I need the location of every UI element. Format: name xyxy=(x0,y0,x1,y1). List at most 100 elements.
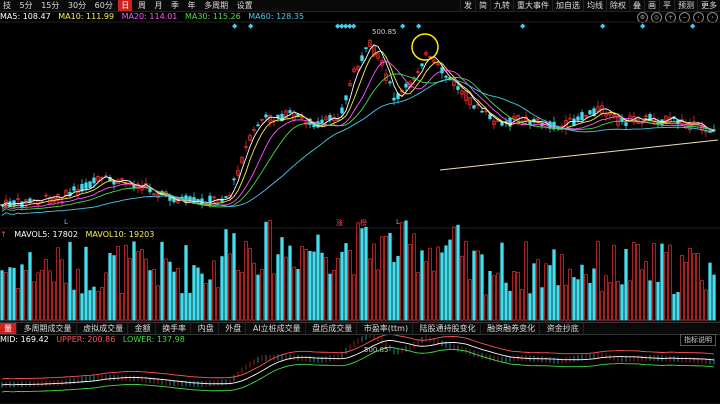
candle-body xyxy=(84,182,88,189)
candle-body xyxy=(580,112,584,121)
volume-bar xyxy=(124,244,128,321)
candle-body xyxy=(572,118,576,126)
volume-bar xyxy=(112,255,116,321)
volume-bar xyxy=(136,251,140,321)
event-marker: ◆ xyxy=(400,22,406,30)
volume-bar xyxy=(484,294,488,321)
volume-bar xyxy=(52,281,56,321)
volume-bar xyxy=(344,243,348,321)
volume-bar xyxy=(556,285,560,321)
volume-bar xyxy=(472,250,476,321)
candle-body xyxy=(528,121,532,125)
volume-bar xyxy=(200,273,204,321)
volume-bar xyxy=(152,268,156,321)
volume-bar xyxy=(232,233,236,321)
tab-item[interactable]: 市盈率(ttm) xyxy=(360,323,414,334)
volume-bar xyxy=(172,271,176,321)
volume-bar xyxy=(444,245,448,321)
volume-bar xyxy=(588,282,592,321)
volume-bar xyxy=(248,248,252,321)
volume-bar xyxy=(540,287,544,321)
tab-item[interactable]: 内盘 xyxy=(194,323,219,334)
volume-bar xyxy=(676,292,680,321)
volume-bar xyxy=(100,287,104,321)
volume-bar xyxy=(656,281,660,321)
volume-bar xyxy=(244,240,248,321)
volume-bar xyxy=(44,259,48,321)
volume-bar xyxy=(64,282,68,321)
tab-item[interactable]: 资金抄底 xyxy=(543,323,584,334)
tab-item[interactable]: 融资融券变化 xyxy=(483,323,541,334)
volume-bar xyxy=(216,287,220,321)
volume-bar xyxy=(504,282,508,321)
volume-bar xyxy=(604,275,608,321)
boll-lower: LOWER: 137.98 xyxy=(122,335,185,344)
volume-bar xyxy=(96,291,100,321)
volume-bar xyxy=(288,245,292,321)
volume-bar xyxy=(420,250,424,321)
volume-bar xyxy=(56,247,60,321)
volume-bar xyxy=(440,252,444,321)
volume-bar xyxy=(368,258,372,321)
volume-bar xyxy=(320,252,324,321)
volume-bar xyxy=(416,272,420,321)
volume-bar xyxy=(628,280,632,321)
peak-label: 500.85 xyxy=(372,28,397,36)
volume-bar xyxy=(468,279,472,321)
volume-bar xyxy=(304,249,308,321)
volume-bar xyxy=(72,289,76,321)
volume-bar xyxy=(332,270,336,321)
volume-bar xyxy=(36,272,40,321)
volume-bar xyxy=(592,268,596,321)
volume-bar xyxy=(240,271,244,321)
volume-bar xyxy=(376,269,380,321)
volume-bar xyxy=(624,248,628,321)
tab-item[interactable]: 外盘 xyxy=(221,323,247,334)
volume-bar xyxy=(204,283,208,321)
indicator-help-button[interactable]: 指标说明 xyxy=(680,334,716,346)
volume-bar xyxy=(580,264,584,321)
mavol5-value: MAVOL5: 17802 xyxy=(14,230,78,239)
tab-item[interactable]: 陆股通持股变化 xyxy=(416,323,481,334)
candle-body xyxy=(576,116,580,121)
volume-bar xyxy=(32,281,36,321)
tab-item[interactable]: 多周期成交量 xyxy=(20,323,77,334)
volume-bar xyxy=(24,270,28,321)
volume-bar xyxy=(648,280,652,321)
tab-item[interactable]: AI立桩成交量 xyxy=(249,323,306,334)
volume-bar xyxy=(436,246,440,321)
volume-bar xyxy=(544,263,548,321)
highlight-circle xyxy=(411,33,439,61)
candle-body xyxy=(392,97,396,101)
tab-volume[interactable]: 量 xyxy=(0,323,17,334)
candle-body xyxy=(12,200,16,206)
event-marker: ◆ xyxy=(416,22,422,30)
volume-bar xyxy=(12,267,16,321)
volume-bar xyxy=(632,242,636,321)
volume-bar xyxy=(688,247,692,321)
tab-item[interactable]: 虚拟成交量 xyxy=(79,323,129,334)
event-marker: ◆ xyxy=(232,22,238,30)
volume-bar xyxy=(672,294,676,321)
tab-item[interactable]: 金额 xyxy=(131,323,156,334)
volume-bar xyxy=(68,242,72,321)
volume-bar xyxy=(568,268,572,321)
candle-body xyxy=(404,83,408,88)
ranking-mark: 榜 xyxy=(360,219,367,227)
tab-item[interactable]: 盘后成交量 xyxy=(308,323,358,334)
volume-bar xyxy=(276,254,280,321)
volume-bar xyxy=(328,273,332,321)
volume-bar xyxy=(316,234,320,321)
candle-body xyxy=(344,95,348,101)
volume-bar xyxy=(620,284,624,321)
volume-bar xyxy=(260,269,264,321)
volume-bar xyxy=(116,246,120,321)
tab-item[interactable]: 换手率 xyxy=(158,323,192,334)
volume-bar xyxy=(712,274,716,321)
ma-line xyxy=(1,339,715,386)
boll-peak-label: 500.85 xyxy=(364,346,389,354)
volume-bar xyxy=(548,265,552,321)
volume-bar xyxy=(488,270,492,321)
candle-body xyxy=(224,196,228,198)
volume-bar xyxy=(220,256,224,321)
